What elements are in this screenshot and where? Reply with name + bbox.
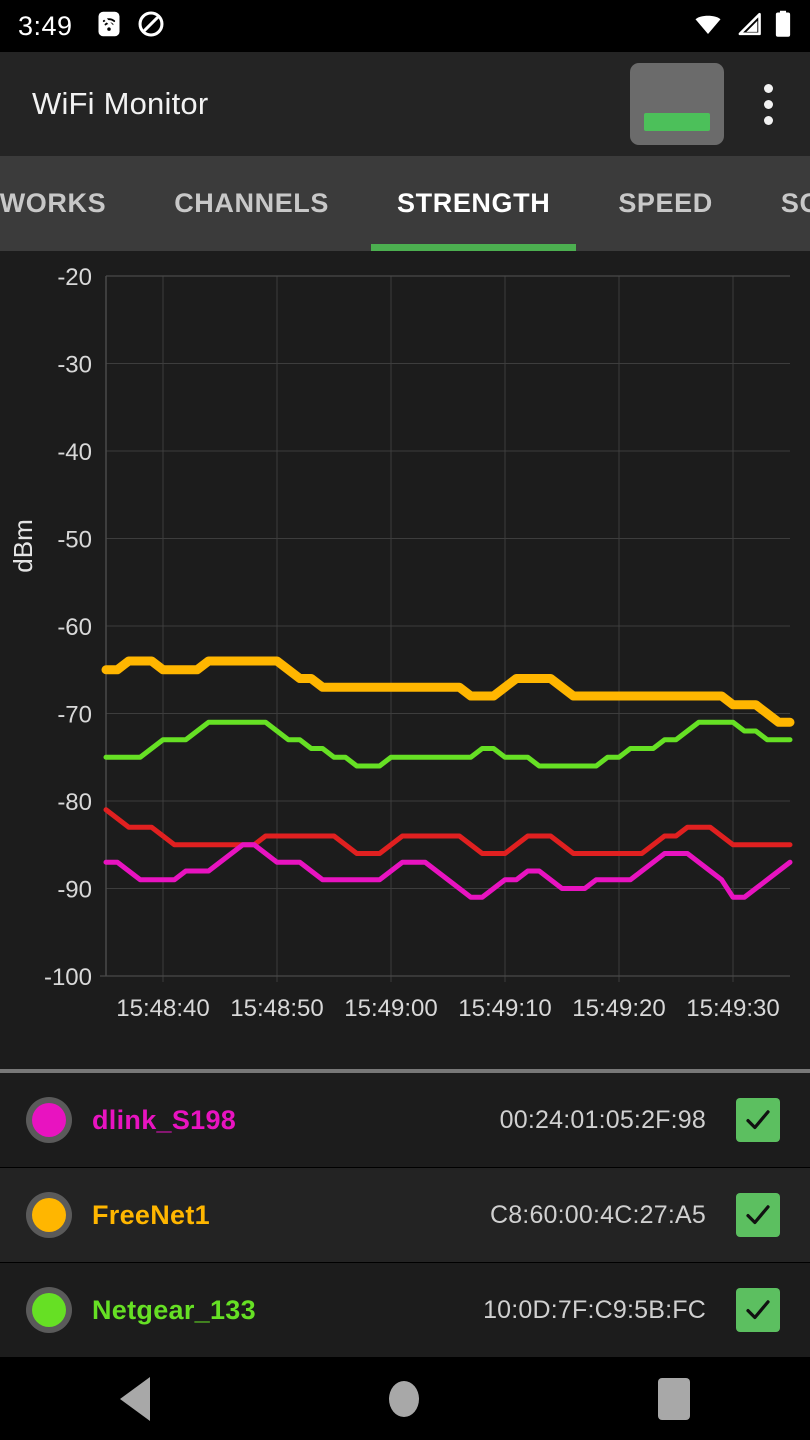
x-tick-label: 15:48:40 (116, 995, 209, 1022)
overflow-dot-icon (763, 99, 773, 109)
table-row[interactable]: Netgear_133 10:0D:7F:C9:5B:FC (0, 1263, 810, 1358)
y-tick-label: -30 (57, 352, 92, 379)
network-visibility-checkbox[interactable] (736, 1288, 780, 1332)
app-window: 3:49 WiFi Monitor WORKS CHANNELS STRENGT… (0, 0, 810, 1440)
page-title: WiFi Monitor (32, 86, 209, 121)
y-tick-label: -100 (44, 964, 92, 991)
wifi-off-badge-icon (95, 10, 123, 43)
x-tick-label: 15:49:30 (686, 995, 779, 1022)
network-ssid: Netgear_133 (92, 1294, 256, 1325)
tab-label: ETWORKS (0, 188, 107, 218)
series-color-dot (32, 1198, 66, 1232)
scan-toggle-indicator (644, 113, 710, 131)
tab-label: SCAN (780, 188, 810, 218)
table-row[interactable]: FreeNet1 C8:60:00:4C:27:A5 (0, 1168, 810, 1263)
network-ssid: FreeNet1 (92, 1199, 210, 1230)
strength-chart-svg: -20 -30 -40 -50 -60 -70 -80 -90 -100 15:48:40 15:4… (8, 264, 795, 1022)
wifi-icon (693, 11, 723, 42)
y-axis-title: dBm (8, 519, 38, 572)
tab-label: SPEED (618, 188, 713, 218)
x-tick-label: 15:49:00 (344, 995, 437, 1022)
color-swatch-icon (26, 1192, 72, 1238)
series-color-dot (32, 1103, 66, 1137)
network-mac-address: C8:60:00:4C:27:A5 (489, 1200, 706, 1229)
status-bar: 3:49 (0, 0, 810, 52)
y-tick-label: -20 (57, 264, 92, 291)
series-line-dlink_S198 (103, 842, 793, 900)
recents-icon[interactable] (658, 1378, 691, 1420)
android-navigation-bar[interactable] (0, 1358, 810, 1440)
tab-networks[interactable]: ETWORKS (0, 156, 140, 251)
check-icon (746, 1300, 770, 1320)
home-icon[interactable] (388, 1381, 419, 1417)
y-tick-label: -80 (57, 789, 92, 816)
series-color-dot (32, 1293, 66, 1327)
tab-speed[interactable]: SPEED (584, 156, 747, 251)
status-bar-notification-icons (95, 10, 165, 43)
x-tick-label: 15:48:50 (230, 995, 323, 1022)
do-not-disturb-icon (137, 10, 165, 43)
table-row[interactable]: dlink_S198 00:24:01:05:2F:98 (0, 1073, 810, 1168)
network-visibility-checkbox[interactable] (736, 1098, 780, 1142)
battery-icon (774, 10, 792, 43)
y-tick-label: -70 (57, 702, 92, 729)
tab-label: CHANNELS (174, 188, 330, 218)
network-visibility-checkbox[interactable] (736, 1193, 780, 1237)
scan-toggle-button[interactable] (630, 63, 724, 145)
overflow-dot-icon (763, 83, 773, 93)
cell-signal-icon (735, 11, 762, 42)
color-swatch-icon (26, 1287, 72, 1333)
color-swatch-icon (26, 1097, 72, 1143)
status-bar-system-icons (693, 10, 792, 43)
tab-active-indicator (371, 244, 577, 251)
y-tick-label: -60 (57, 614, 92, 641)
y-tick-label: -40 (57, 439, 92, 466)
check-icon (746, 1110, 770, 1130)
tab-channels[interactable]: CHANNELS (140, 156, 363, 251)
network-legend-list[interactable]: dlink_S198 00:24:01:05:2F:98 FreeNet1 C8… (0, 1073, 810, 1358)
tab-bar[interactable]: ETWORKS CHANNELS STRENGTH SPEED SCAN (0, 156, 810, 251)
overflow-dot-icon (763, 115, 773, 125)
tab-scan[interactable]: SCAN (747, 156, 810, 251)
network-ssid: dlink_S198 (92, 1104, 237, 1135)
y-tick-label: -50 (57, 527, 92, 554)
status-bar-clock: 3:49 (18, 10, 73, 41)
tab-strength[interactable]: STRENGTH (363, 156, 584, 251)
check-icon (746, 1205, 770, 1225)
y-tick-label: -90 (57, 877, 92, 904)
series-line-Netgear_133 (103, 719, 793, 769)
tab-label: STRENGTH (397, 188, 551, 218)
back-icon[interactable] (119, 1377, 150, 1421)
x-tick-label: 15:49:20 (572, 995, 665, 1022)
action-bar: WiFi Monitor (0, 52, 810, 156)
network-mac-address: 00:24:01:05:2F:98 (499, 1105, 706, 1134)
signal-strength-chart[interactable]: -20 -30 -40 -50 -60 -70 -80 -90 -100 15:48:40 15:4… (0, 251, 810, 1069)
overflow-menu-button[interactable] (740, 63, 796, 145)
network-mac-address: 10:0D:7F:C9:5B:FC (483, 1295, 706, 1324)
series-line-unnamed-red (103, 807, 793, 856)
x-tick-label: 15:49:10 (458, 995, 551, 1022)
